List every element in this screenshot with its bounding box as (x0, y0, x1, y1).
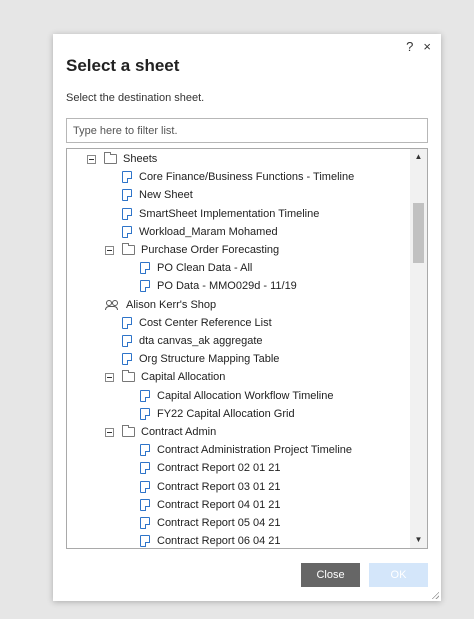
folder-icon (122, 425, 135, 437)
sheet-icon (122, 335, 132, 347)
tree-row[interactable]: Sheets (87, 150, 157, 168)
sheet-icon (122, 189, 132, 202)
sheet-icon (122, 225, 132, 238)
sheet-icon (140, 517, 150, 529)
collapse-toggle-icon[interactable] (105, 427, 114, 437)
sheet-icon (140, 498, 150, 511)
tree-row[interactable]: dta canvas_ak aggregate (122, 332, 263, 350)
folder-icon (122, 243, 135, 255)
dialog-title: Select a sheet (66, 56, 180, 75)
tree-row[interactable]: FY22 Capital Allocation Grid (140, 405, 295, 423)
tree-row[interactable]: Capital Allocation Workflow Timeline (140, 387, 333, 405)
sheet-icon (122, 171, 132, 184)
close-icon[interactable]: × (423, 40, 431, 54)
scroll-down-arrow-icon[interactable]: ▼ (410, 533, 427, 547)
tree-row-label: Contract Administration Project Timeline (157, 444, 353, 457)
tree-scrollbar[interactable]: ▲ ▼ (410, 149, 427, 548)
tree-row[interactable]: Contract Report 02 01 21 (140, 459, 281, 477)
tree-row[interactable]: SmartSheet Implementation Timeline (122, 205, 319, 223)
tree-row[interactable]: PO Clean Data - All (140, 259, 252, 277)
tree-row-label: Contract Report 03 01 21 (157, 480, 281, 493)
folder-icon (104, 152, 117, 164)
tree-row[interactable]: Alison Kerr's Shop (104, 296, 216, 314)
help-icon[interactable]: ? (406, 40, 413, 54)
tree-row-label: Contract Report 02 01 21 (157, 462, 281, 475)
tree-row-label: PO Clean Data - All (157, 262, 253, 275)
sheet-icon (140, 262, 150, 275)
scrollbar-thumb[interactable] (413, 203, 424, 263)
tree-row-label: dta canvas_ak aggregate (139, 335, 263, 347)
tree-row-label: Capital Allocation Workflow Timeline (157, 389, 334, 402)
tree-row-label: Contract Admin (141, 426, 217, 438)
tree-row-label: SmartSheet Implementation Timeline (139, 207, 320, 220)
select-sheet-dialog: ? × Select a sheet Select the destinatio… (53, 34, 441, 601)
tree-row[interactable]: Contract Report 05 04 21 (140, 514, 281, 532)
sheet-icon (122, 316, 132, 329)
tree-row-label: Alison Kerr's Shop (126, 298, 217, 311)
tree-row-label: Contract Report 06 04 21 (157, 535, 281, 548)
collapse-toggle-icon[interactable] (105, 245, 114, 255)
tree-row-label: Cost Center Reference List (139, 316, 272, 329)
tree-row-label: Org Structure Mapping Table (139, 353, 280, 366)
tree-row-label: Purchase Order Forecasting (141, 244, 280, 256)
tree-row-label: Core Finance/Business Functions - Timeli… (139, 171, 355, 184)
people-icon (105, 299, 119, 310)
sheet-tree-rows: Sheets Core Finance/Business Functions - … (67, 149, 410, 548)
ok-button[interactable]: OK (369, 563, 428, 587)
tree-row[interactable]: Purchase Order Forecasting (105, 241, 279, 259)
folder-icon (122, 370, 135, 383)
sheet-tree: Sheets Core Finance/Business Functions - … (66, 148, 428, 549)
sheet-icon (140, 480, 150, 493)
tree-row[interactable]: Contract Administration Project Timeline (140, 441, 352, 459)
tree-row[interactable]: Contract Report 03 01 21 (140, 478, 281, 496)
tree-row[interactable]: Capital Allocation (105, 368, 225, 386)
tree-row[interactable]: Contract Report 06 04 21 (140, 532, 281, 548)
dialog-top-icons: ? × (406, 40, 431, 54)
tree-row[interactable]: PO Data - MMO029d - 11/19 (140, 277, 297, 295)
sheet-icon (140, 407, 150, 420)
sheet-icon (140, 389, 150, 402)
tree-row[interactable]: Cost Center Reference List (122, 314, 272, 332)
tree-row-label: FY22 Capital Allocation Grid (157, 407, 295, 420)
tree-row[interactable]: Contract Admin (105, 423, 216, 441)
tree-row-label: Capital Allocation (141, 371, 226, 384)
tree-row[interactable]: New Sheet (122, 186, 193, 204)
filter-input[interactable] (66, 118, 428, 143)
scroll-up-arrow-icon[interactable]: ▲ (410, 150, 427, 164)
tree-row[interactable]: Org Structure Mapping Table (122, 350, 279, 368)
sheet-icon (122, 207, 132, 220)
resize-grip-icon[interactable] (431, 591, 439, 599)
collapse-toggle-icon[interactable] (105, 372, 114, 382)
sheet-icon (140, 535, 150, 548)
tree-row[interactable]: Contract Report 04 01 21 (140, 496, 281, 514)
dialog-subtitle: Select the destination sheet. (66, 92, 205, 104)
collapse-toggle-icon[interactable] (87, 154, 96, 164)
tree-row-label: New Sheet (139, 189, 193, 202)
tree-row-label: Sheets (123, 153, 158, 165)
tree-row-label: Workload_Maram Mohamed (139, 225, 278, 238)
tree-row-label: Contract Report 04 01 21 (157, 498, 281, 511)
sheet-icon (122, 353, 132, 366)
sheet-icon (140, 462, 150, 475)
tree-row-label: Contract Report 05 04 21 (157, 517, 281, 529)
close-button[interactable]: Close (301, 563, 360, 587)
tree-row-label: PO Data - MMO029d - 11/19 (157, 280, 297, 293)
tree-row[interactable]: Core Finance/Business Functions - Timeli… (122, 168, 354, 186)
sheet-icon (140, 280, 150, 293)
sheet-icon (140, 444, 150, 457)
tree-row[interactable]: Workload_Maram Mohamed (122, 223, 278, 241)
